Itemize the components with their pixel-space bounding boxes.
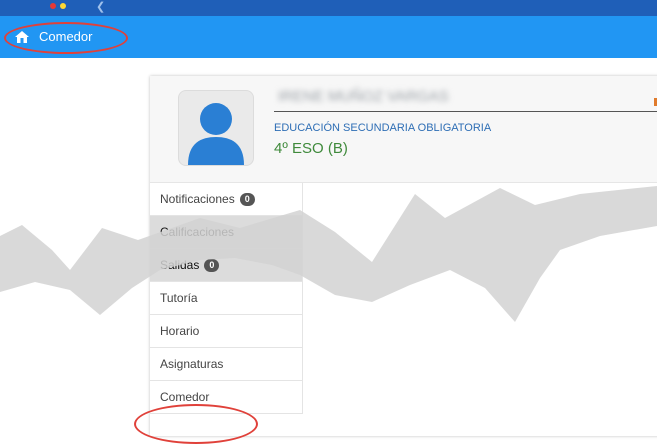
- menu-item-asignaturas[interactable]: Asignaturas: [150, 348, 303, 381]
- student-name: IRENE MUÑOZ VARGAS: [278, 88, 449, 105]
- profile-header: IRENE MUÑOZ VARGAS EDUCACIÓN SECUNDARIA …: [150, 76, 657, 183]
- menu-item-label: Horario: [160, 324, 200, 338]
- menu-item-calificaciones[interactable]: Calificaciones: [150, 216, 303, 249]
- red-dot-icon: [50, 3, 56, 9]
- chevron-icon: ❮: [96, 1, 106, 13]
- education-stage: EDUCACIÓN SECUNDARIA OBLIGATORIA: [274, 122, 492, 134]
- menu-item-label: Asignaturas: [160, 357, 224, 371]
- menu-item-horario[interactable]: Horario: [150, 315, 303, 348]
- menu-item-label: Tutoría: [160, 291, 198, 305]
- menu-item-notificaciones[interactable]: Notificaciones 0: [150, 183, 303, 216]
- menu-item-label: Notificaciones: [160, 192, 235, 206]
- menu-item-label: Calificaciones: [160, 225, 235, 239]
- app-dots: [50, 3, 66, 9]
- name-underline: [274, 111, 657, 112]
- menu-item-label: Salidas: [160, 258, 200, 272]
- menu-item-tutoria[interactable]: Tutoría: [150, 282, 303, 315]
- course-group: 4º ESO (B): [274, 140, 348, 157]
- yellow-dot-icon: [60, 3, 66, 9]
- count-badge: 0: [204, 258, 220, 272]
- side-menu: Notificaciones 0 Calificaciones Salidas …: [150, 183, 303, 414]
- profile-card: IRENE MUÑOZ VARGAS EDUCACIÓN SECUNDARIA …: [150, 76, 657, 436]
- menu-item-salidas[interactable]: Salidas 0: [150, 249, 303, 282]
- highlight-annotation-menu: [134, 404, 258, 444]
- status-strip: ❮: [0, 0, 657, 16]
- menu-item-label: Comedor: [160, 390, 210, 404]
- highlight-annotation-title: [4, 22, 128, 54]
- user-avatar-icon: [178, 90, 254, 166]
- count-badge: 0: [239, 192, 255, 206]
